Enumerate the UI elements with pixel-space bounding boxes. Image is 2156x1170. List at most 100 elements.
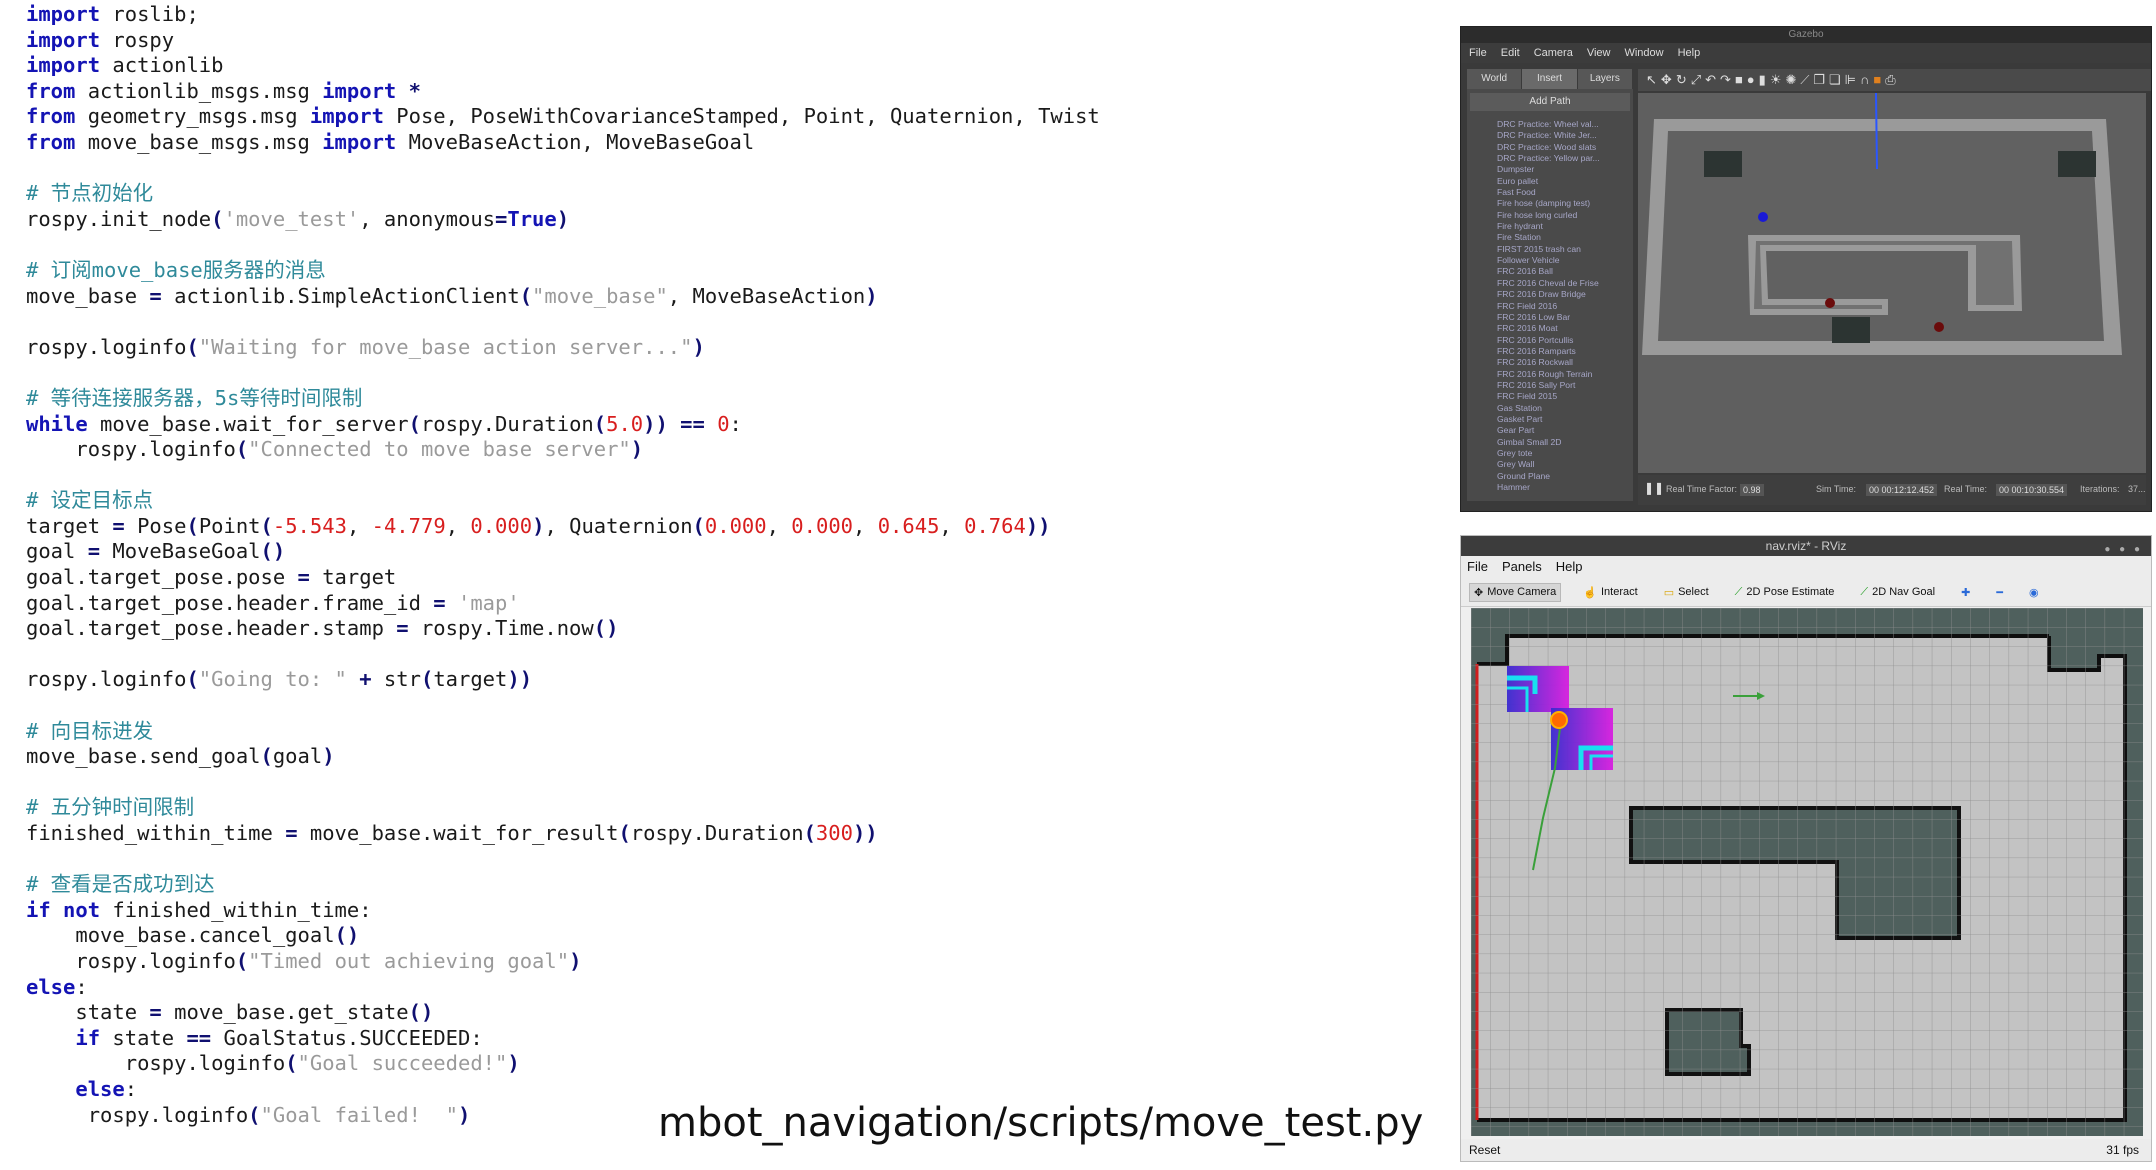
model-list-item[interactable]: Fire hose long curled — [1497, 210, 1633, 221]
pose-estimate-tool[interactable]: ⟋ 2D Pose Estimate — [1731, 584, 1839, 601]
copy-icon[interactable]: ❐ — [1813, 72, 1829, 87]
pause-icon[interactable]: ❚❚ — [1644, 481, 1664, 495]
model-list-item[interactable]: DRC Practice: Yellow par... — [1497, 153, 1633, 164]
code-token: state — [26, 1000, 150, 1025]
select-tool[interactable]: ▭ Select — [1660, 584, 1713, 601]
gazebo-menu-file[interactable]: File — [1469, 43, 1487, 63]
tab-world[interactable]: World — [1467, 69, 1523, 89]
code-token: )) — [643, 411, 668, 436]
code-token: , — [939, 513, 965, 538]
code-token: , — [346, 513, 372, 538]
model-list-item[interactable]: Follower Vehicle — [1497, 255, 1633, 266]
model-list-item[interactable]: Fire Station — [1497, 232, 1633, 243]
rviz-title: nav.rviz* - RViz — [1765, 539, 1847, 553]
align-icon[interactable]: ⊫ — [1845, 72, 1860, 87]
model-list-item[interactable]: FRC Field 2016 — [1497, 301, 1633, 312]
tab-layers[interactable]: Layers — [1577, 69, 1633, 89]
model-list-item[interactable]: DRC Practice: Wood slats — [1497, 142, 1633, 153]
cylinder-icon[interactable]: ▮ — [1759, 72, 1770, 87]
gazebo-menu-view[interactable]: View — [1587, 43, 1611, 63]
gazebo-menu-camera[interactable]: Camera — [1534, 43, 1573, 63]
reset-button[interactable]: Reset — [1469, 1143, 1500, 1157]
tool-properties-button[interactable]: ◉ — [2025, 584, 2043, 601]
model-list-item[interactable]: Gimbal Small 2D — [1497, 437, 1633, 448]
model-list-item[interactable]: FRC 2016 Ball — [1497, 266, 1633, 277]
code-token: = — [112, 513, 125, 538]
code-token: ) — [532, 513, 545, 538]
model-list-item[interactable]: Euro pallet — [1497, 176, 1633, 187]
sun-icon[interactable]: ☀ — [1770, 72, 1786, 87]
model-list-item[interactable]: FRC Field 2015 — [1497, 391, 1633, 402]
gazebo-menu-window[interactable]: Window — [1624, 43, 1663, 63]
model-list-item[interactable]: Fire hose (damping test) — [1497, 198, 1633, 209]
model-list-item[interactable]: FRC 2016 Draw Bridge — [1497, 289, 1633, 300]
model-list-item[interactable]: FRC 2016 Sally Port — [1497, 380, 1633, 391]
sphere-icon[interactable]: ● — [1747, 72, 1759, 87]
model-list-item[interactable]: Gas Station — [1497, 403, 1633, 414]
add-tool-button[interactable]: ✚ — [1957, 584, 1974, 601]
gazebo-menu-help[interactable]: Help — [1678, 43, 1701, 63]
box-icon[interactable]: ■ — [1735, 72, 1747, 87]
code-token: ( — [803, 821, 816, 845]
model-list-item[interactable]: FRC 2016 Ramparts — [1497, 346, 1633, 357]
model-list-item[interactable]: FRC 2016 Moat — [1497, 323, 1633, 334]
spot-light-icon[interactable]: ✺ — [1785, 72, 1800, 87]
window-controls[interactable]: ● ● ● — [2104, 540, 2143, 560]
snap-icon[interactable]: ∩ — [1860, 72, 1873, 87]
model-list-item[interactable]: DRC Practice: White Jer... — [1497, 130, 1633, 141]
model-list-item[interactable]: FRC 2016 Rockwall — [1497, 357, 1633, 368]
model-list-item[interactable]: Gear Part — [1497, 425, 1633, 436]
interact-tool[interactable]: ☝ Interact — [1579, 584, 1641, 601]
screenshot-icon[interactable]: ⎙ — [1885, 72, 1899, 87]
rviz-menu-panels[interactable]: Panels — [1502, 556, 1542, 578]
model-list-item[interactable]: Gasket Part — [1497, 414, 1633, 425]
model-list-item[interactable]: FRC 2016 Portcullis — [1497, 335, 1633, 346]
tab-insert[interactable]: Insert — [1522, 69, 1578, 89]
translate-icon[interactable]: ✥ — [1661, 72, 1676, 87]
code-token: rospy.Time.now — [408, 616, 594, 641]
change-view-icon[interactable]: ■ — [1873, 72, 1885, 87]
model-list-item[interactable]: DRC Practice: Wheel val... — [1497, 119, 1633, 130]
code-token: "Connected to move base server" — [248, 437, 631, 462]
select-arrow-icon[interactable]: ↖ — [1646, 72, 1661, 87]
code-token: # 设定目标点 — [26, 488, 154, 513]
model-list-item[interactable]: Grey Wall — [1497, 459, 1633, 470]
code-token: ) — [556, 206, 570, 231]
rotate-icon[interactable]: ↻ — [1676, 72, 1691, 87]
undo-icon[interactable]: ↶ — [1705, 72, 1720, 87]
model-list-item[interactable]: Ground Plane — [1497, 471, 1633, 482]
model-list-item[interactable]: FRC 2016 Cheval de Frise — [1497, 278, 1633, 289]
redo-icon[interactable]: ↷ — [1720, 72, 1735, 87]
model-list-item[interactable]: FRC 2016 Rough Terrain — [1497, 369, 1633, 380]
model-list-item[interactable]: Hammer — [1497, 482, 1633, 493]
code-token: ( — [618, 821, 631, 845]
model-list-item[interactable]: FRC 2016 Low Bar — [1497, 312, 1633, 323]
move-camera-tool[interactable]: ✥ Move Camera — [1469, 582, 1562, 602]
paste-icon[interactable]: ❏ — [1829, 72, 1845, 87]
rviz-menu-help[interactable]: Help — [1556, 556, 1583, 578]
remove-tool-button[interactable]: ━ — [1992, 584, 2007, 601]
model-list-item[interactable]: Fire hydrant — [1497, 221, 1633, 232]
directional-light-icon[interactable]: ⟋ — [1800, 72, 1813, 87]
model-list-item[interactable]: Fast Food — [1497, 187, 1633, 198]
model-list-item[interactable]: Grey tote — [1497, 448, 1633, 459]
nav-goal-tool[interactable]: ⟋ 2D Nav Goal — [1856, 584, 1939, 601]
model-list-item[interactable]: FIRST 2015 trash can — [1497, 244, 1633, 255]
scale-icon[interactable]: ⤢ — [1691, 72, 1705, 87]
add-path-button[interactable]: Add Path — [1470, 93, 1630, 111]
code-line: if not finished_within_time: — [26, 898, 1426, 924]
rviz-map-view[interactable] — [1471, 608, 2143, 1136]
code-line: if state == GoalStatus.SUCCEEDED: — [26, 1026, 1426, 1052]
code-token: goal.target_pose.pose — [26, 565, 298, 590]
model-list-item[interactable]: Dumpster — [1497, 164, 1633, 175]
gazebo-menu-edit[interactable]: Edit — [1501, 43, 1520, 63]
gazebo-3d-view[interactable] — [1638, 92, 2146, 473]
code-line: import rospy — [26, 28, 1426, 54]
interact-icon: ☝ — [1583, 586, 1597, 599]
rviz-menu-file[interactable]: File — [1467, 556, 1488, 578]
code-token: "Timed out achieving goal" — [248, 948, 570, 973]
code-token: 0.000 — [470, 513, 533, 538]
code-token: str — [371, 667, 421, 692]
code-token: 0.000 — [704, 513, 767, 538]
